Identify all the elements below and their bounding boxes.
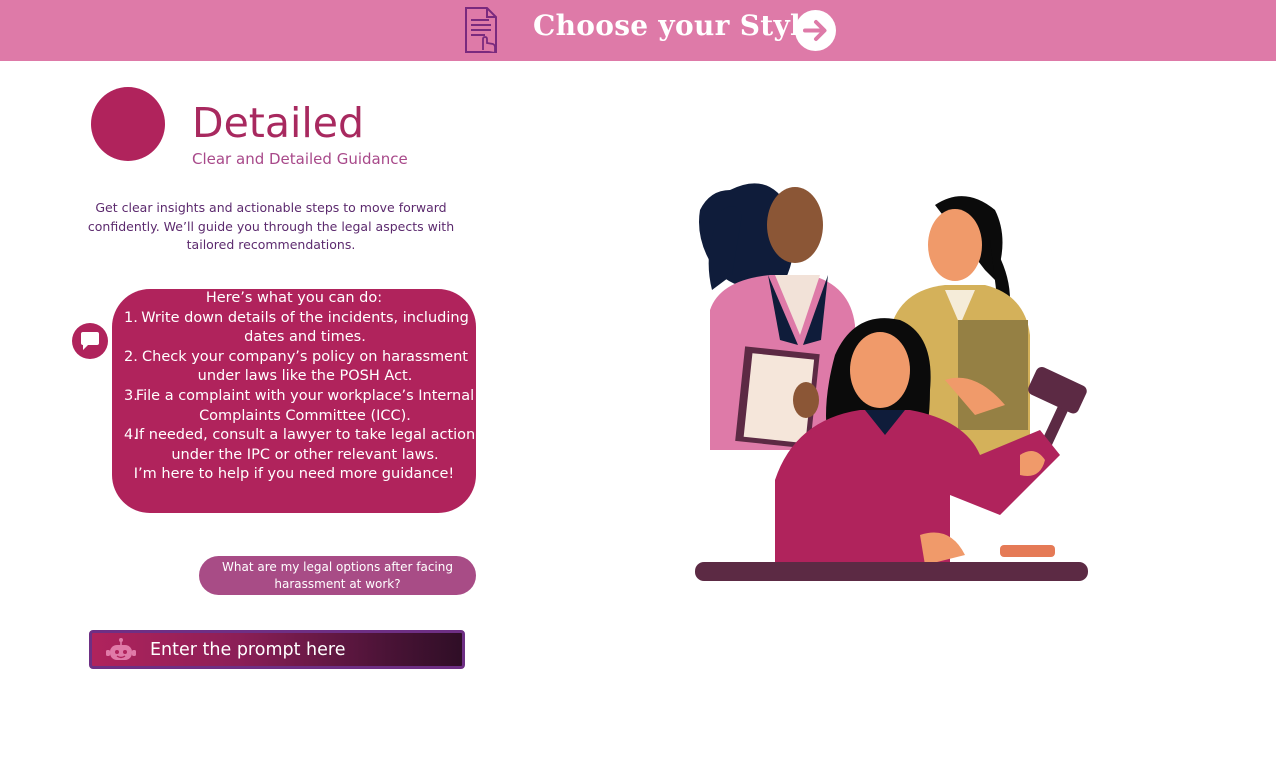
list-text: Complaints Committee (ICC). xyxy=(199,407,411,424)
user-message: What are my legal options after facing h… xyxy=(199,556,476,595)
list-text: Check your company’s policy on harassmen… xyxy=(142,348,468,365)
style-description: Get clear insights and actionable steps … xyxy=(76,199,466,255)
list-item: 2. Check your company’s policy on harass… xyxy=(112,348,476,387)
list-number: 1. xyxy=(124,309,138,326)
prompt-input[interactable]: Enter the prompt here xyxy=(89,630,465,669)
list-number: 2. xyxy=(124,348,138,365)
style-avatar xyxy=(91,87,165,161)
page-title: Choose your Style xyxy=(533,9,820,42)
question-line: harassment at work? xyxy=(274,576,401,591)
description-line: Get clear insights and actionable steps … xyxy=(95,200,447,215)
list-text: File a complaint with your workplace’s I… xyxy=(135,387,475,404)
description-line: confidently. We’ll guide you through the… xyxy=(87,218,455,234)
arrow-right-circle-icon xyxy=(803,20,827,41)
list-text: under the IPC or other relevant laws. xyxy=(171,446,439,463)
women-legal-illustration xyxy=(695,183,1088,581)
question-line: What are my legal options after facing xyxy=(222,560,453,574)
list-text: dates and times. xyxy=(244,329,366,346)
list-item: 1. Write down details of the incidents, … xyxy=(112,309,476,348)
answer-intro: Here’s what you can do: xyxy=(205,290,383,306)
list-text: If needed, consult a lawyer to take lega… xyxy=(134,427,476,444)
list-text: under laws like the POSH Act. xyxy=(197,368,413,385)
robot-icon xyxy=(106,638,136,660)
assistant-message: Here’s what you can do: 1. Write down de… xyxy=(112,289,476,513)
style-title: Detailed xyxy=(192,99,365,147)
list-item: 4. If needed, consult a lawyer to take l… xyxy=(112,426,476,465)
top-bar: Choose your Style xyxy=(0,0,1276,61)
description-line: tailored recommendations. xyxy=(186,237,356,252)
prompt-placeholder: Enter the prompt here xyxy=(150,640,346,660)
next-button[interactable] xyxy=(795,10,836,51)
style-subtitle: Clear and Detailed Guidance xyxy=(192,150,408,168)
list-text: Write down details of the incidents, inc… xyxy=(141,309,469,326)
answer-outro: I’m here to help if you need more guidan… xyxy=(133,466,455,483)
speech-bubble-icon xyxy=(72,323,108,359)
list-number: 4. xyxy=(124,427,138,444)
list-number: 3. xyxy=(124,387,138,404)
list-item: 3. File a complaint with your workplace’… xyxy=(112,387,476,426)
document-tap-icon xyxy=(465,7,497,53)
